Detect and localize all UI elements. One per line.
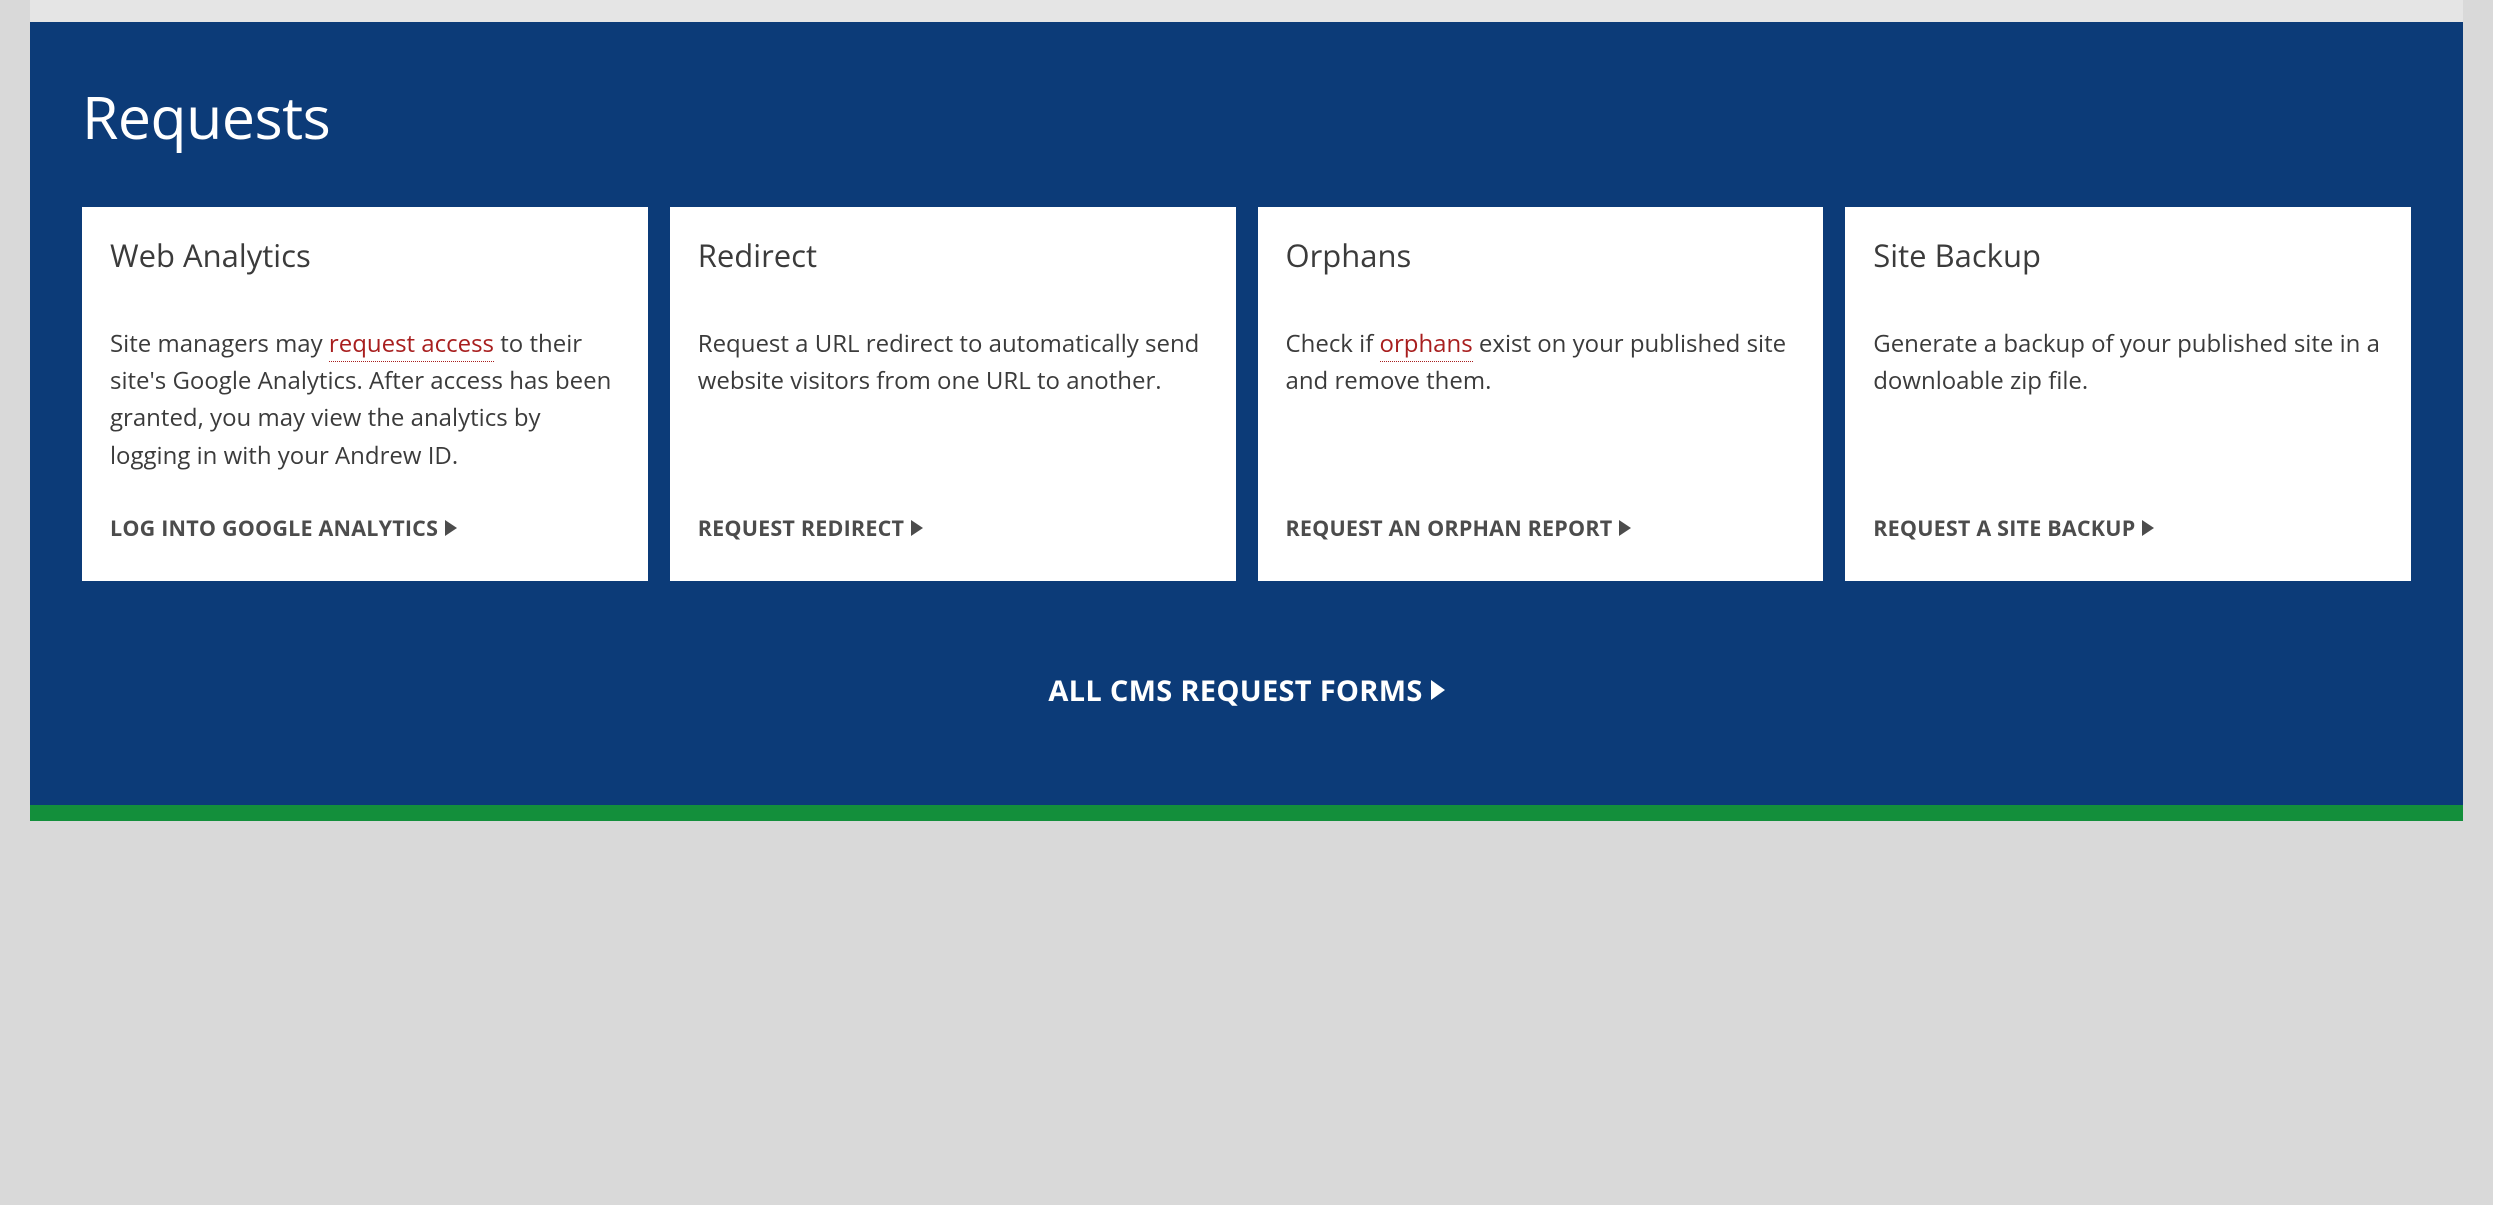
footer-link-label: ALL CMS REQUEST FORMS bbox=[1048, 671, 1422, 710]
request-access-link[interactable]: request access bbox=[329, 327, 494, 362]
card-web-analytics: Web Analytics Site managers may request … bbox=[82, 207, 648, 581]
section-title: Requests bbox=[82, 77, 2411, 157]
action-label: REQUEST A SITE BACKUP bbox=[1873, 514, 2135, 543]
action-label: REQUEST AN ORPHAN REPORT bbox=[1286, 514, 1613, 543]
card-site-backup: Site Backup Generate a backup of your pu… bbox=[1845, 207, 2411, 581]
card-orphans: Orphans Check if orphans exist on your p… bbox=[1258, 207, 1824, 581]
action-label: REQUEST REDIRECT bbox=[698, 514, 904, 543]
triangle-right-icon bbox=[2142, 520, 2154, 536]
request-redirect-link[interactable]: REQUEST REDIRECT bbox=[698, 514, 923, 543]
all-cms-request-forms-link[interactable]: ALL CMS REQUEST FORMS bbox=[1048, 671, 1444, 710]
request-site-backup-link[interactable]: REQUEST A SITE BACKUP bbox=[1873, 514, 2154, 543]
request-orphan-report-link[interactable]: REQUEST AN ORPHAN REPORT bbox=[1286, 514, 1632, 543]
triangle-right-icon bbox=[911, 520, 923, 536]
triangle-right-icon bbox=[1431, 680, 1445, 700]
card-body: Check if orphans exist on your published… bbox=[1286, 325, 1796, 474]
log-into-google-analytics-link[interactable]: LOG INTO GOOGLE ANALYTICS bbox=[110, 514, 457, 543]
card-title: Orphans bbox=[1286, 235, 1796, 277]
top-strip bbox=[30, 0, 2463, 22]
card-body-text-pre: Check if bbox=[1286, 327, 1380, 360]
card-title: Site Backup bbox=[1873, 235, 2383, 277]
orphans-link[interactable]: orphans bbox=[1380, 327, 1473, 362]
card-redirect: Redirect Request a URL redirect to autom… bbox=[670, 207, 1236, 581]
card-body-text-pre: Site managers may bbox=[110, 327, 329, 360]
triangle-right-icon bbox=[445, 520, 457, 536]
cards-row: Web Analytics Site managers may request … bbox=[82, 207, 2411, 581]
card-title: Redirect bbox=[698, 235, 1208, 277]
card-action: REQUEST AN ORPHAN REPORT bbox=[1286, 514, 1796, 543]
footer-link-wrap: ALL CMS REQUEST FORMS bbox=[82, 671, 2411, 710]
green-divider bbox=[30, 805, 2463, 821]
card-body: Generate a backup of your published site… bbox=[1873, 325, 2383, 474]
card-body-text-pre: Generate a backup of your published site… bbox=[1873, 327, 2380, 397]
card-body: Request a URL redirect to automatically … bbox=[698, 325, 1208, 474]
requests-section: Requests Web Analytics Site managers may… bbox=[30, 22, 2463, 805]
card-action: REQUEST A SITE BACKUP bbox=[1873, 514, 2383, 543]
card-body: Site managers may request access to thei… bbox=[110, 325, 620, 474]
card-action: LOG INTO GOOGLE ANALYTICS bbox=[110, 514, 620, 543]
action-label: LOG INTO GOOGLE ANALYTICS bbox=[110, 514, 438, 543]
card-body-text-pre: Request a URL redirect to automatically … bbox=[698, 327, 1200, 397]
triangle-right-icon bbox=[1619, 520, 1631, 536]
card-title: Web Analytics bbox=[110, 235, 620, 277]
card-action: REQUEST REDIRECT bbox=[698, 514, 1208, 543]
